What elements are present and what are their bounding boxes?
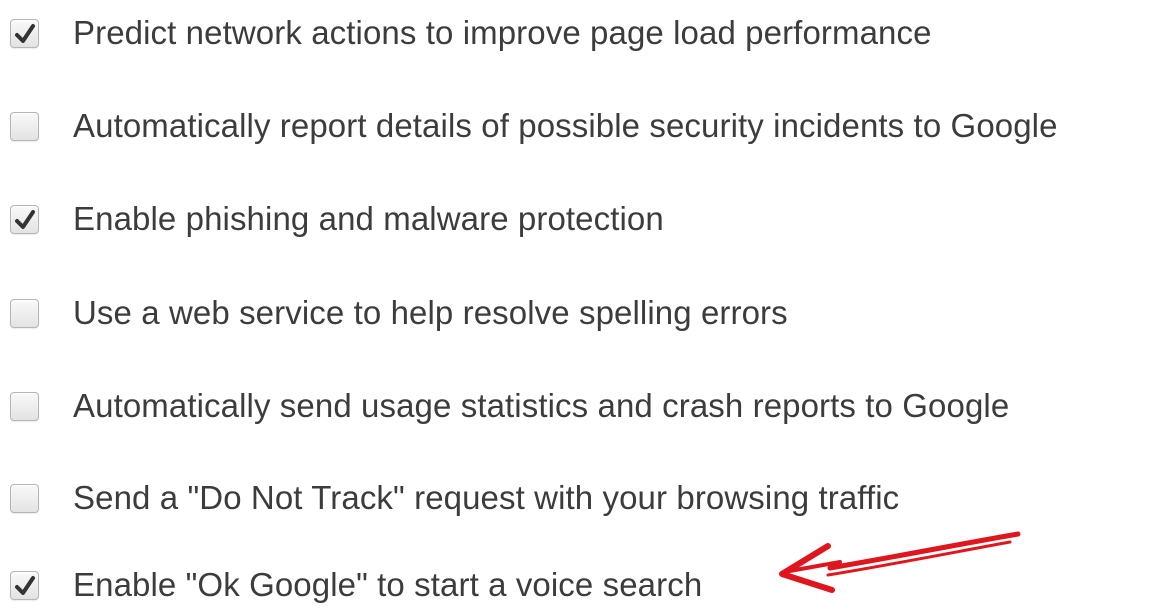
- setting-label: Predict network actions to improve page …: [73, 14, 932, 51]
- setting-label: Use a web service to help resolve spelli…: [73, 294, 788, 331]
- setting-label: Automatically report details of possible…: [73, 107, 1058, 144]
- phishing-malware-protection-checkbox[interactable]: [10, 204, 39, 234]
- spelling-web-service-checkbox[interactable]: [10, 298, 39, 328]
- do-not-track-checkbox[interactable]: [10, 483, 39, 513]
- checkmark-icon: [15, 209, 35, 229]
- setting-label: Enable phishing and malware protection: [73, 200, 664, 237]
- report-security-incidents-checkbox[interactable]: [10, 111, 39, 141]
- setting-label: Automatically send usage statistics and …: [73, 387, 1010, 424]
- privacy-settings-list: Predict network actions to improve page …: [0, 0, 1157, 609]
- usage-statistics-checkbox[interactable]: [10, 391, 39, 421]
- red-arrow-annotation: [779, 531, 1021, 593]
- checkmark-icon: [15, 575, 35, 595]
- predict-network-actions-checkbox[interactable]: [10, 18, 39, 48]
- checkmark-icon: [15, 23, 35, 43]
- ok-google-checkbox[interactable]: [10, 570, 39, 600]
- setting-label: Enable "Ok Google" to start a voice sear…: [73, 566, 703, 603]
- setting-label: Send a "Do Not Track" request with your …: [73, 479, 900, 516]
